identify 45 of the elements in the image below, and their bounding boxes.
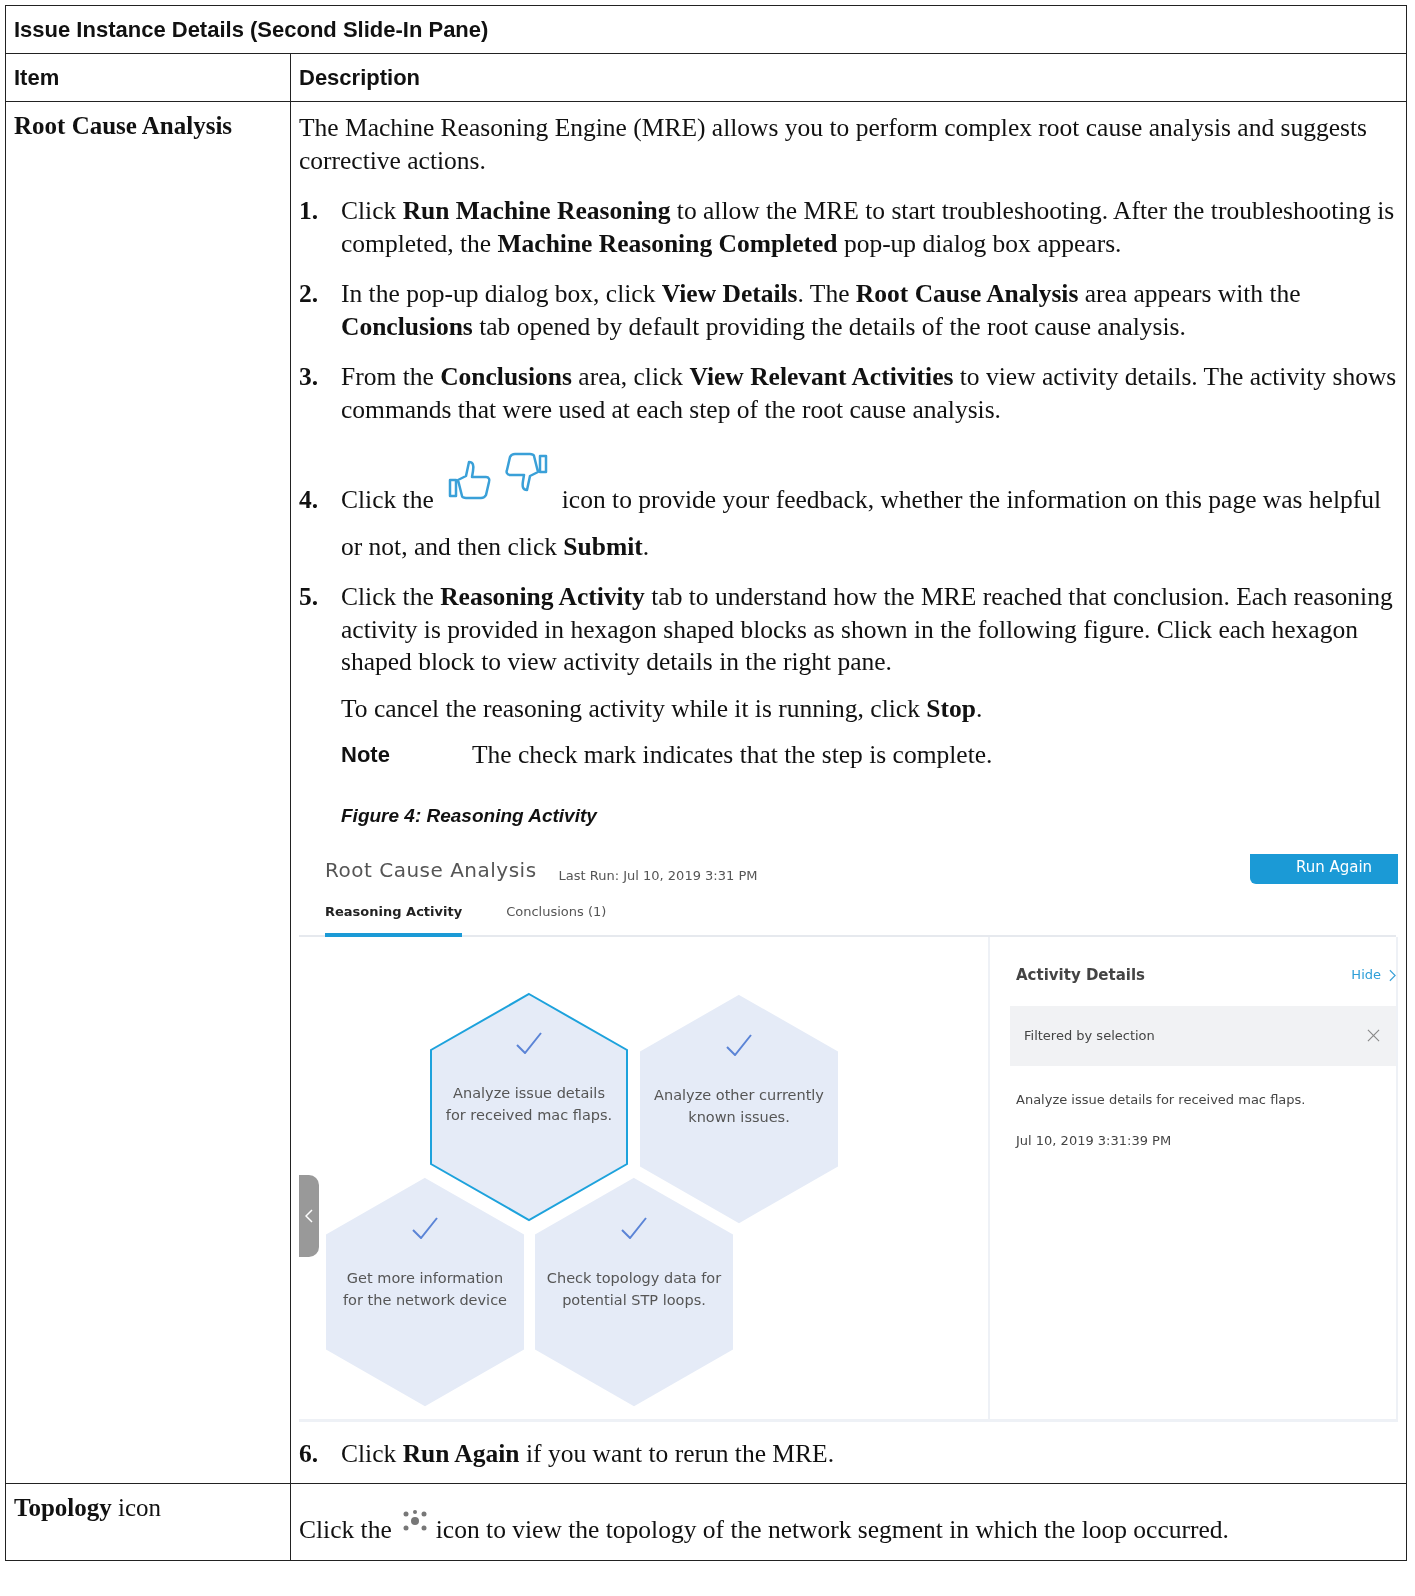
panel-title: Root Cause Analysis [325, 857, 537, 884]
step-number: 4. [299, 484, 320, 516]
hexagon-label: Check topology data for potential STP loops. [546, 1269, 722, 1310]
step-text: Click Run Machine Reasoning to allow the MRE to start troubleshooting. After the troubleshooting is completed, the Machine Reasoning Completed pop-up dialog box appears. [341, 195, 1396, 260]
hexagon-label: Analyze other currently known issues. [653, 1086, 825, 1127]
description-text: Click the [299, 1514, 392, 1544]
details-title: Activity Details [1016, 965, 1146, 986]
activity-entry: Analyze issue details for received mac flaps. [1016, 1091, 1307, 1109]
hexagon-label: Get more information for the network device [341, 1269, 509, 1310]
item-name: Topology icon [14, 1493, 162, 1521]
step-text: In the pop-up dialog box, click View Details. The Root Cause Analysis area appears with the Conclusions tab opened by default providing the details of the root cause analysis. [341, 278, 1302, 343]
step-text: To cancel the reasoning activity while it is running, click Stop. [341, 692, 984, 725]
description-text: icon to view the topology of the network segment in which the loop occurred. [435, 1514, 1229, 1544]
step-text: Click the [341, 485, 434, 514]
item-name: Root Cause Analysis [14, 112, 233, 139]
step-number: 2. [299, 278, 320, 310]
tab[interactable]: Reasoning Activity [325, 896, 463, 937]
thumbs-up-icon [447, 460, 492, 500]
step-text: Click Run Again if you want to rerun the MRE. [341, 1438, 835, 1470]
figure-caption: Figure 4: Reasoning Activity [341, 803, 599, 828]
tab[interactable]: Conclusions (1) [506, 896, 607, 937]
step-text: or not, and then click Submit. [341, 530, 651, 563]
hexagon-label: Analyze issue details for received mac flaps. [444, 1084, 614, 1125]
step-text: Click the Reasoning Activity tab to understand how the MRE reached that conclusion. Each reasoning activity is provided in hexagon shaped blocks as shown in the following figure. Click each hexagon shaped block to view activity details in the right pane. [341, 581, 1394, 678]
activity-time: Jul 10, 2019 3:31:39 PM [1016, 1131, 1173, 1150]
step-number: 3. [299, 361, 320, 393]
step-number: 1. [299, 195, 320, 227]
note-text: The check mark indicates that the step is complete. [472, 739, 993, 771]
step-number: 5. [299, 581, 320, 613]
topology-icon [401, 1509, 428, 1532]
step-text: icon to provide your feedback, whether the information on this page was helpful [561, 485, 1382, 514]
step-number: 6. [299, 1438, 320, 1470]
collapse-handle[interactable] [299, 1175, 319, 1257]
table-title: Issue Instance Details (Second Slide-In Pane) [5, 5, 1407, 54]
close-icon[interactable] [1367, 1029, 1380, 1043]
note-label: Note [341, 741, 391, 769]
step-text: From the Conclusions area, click View Relevant Activities to view activity details. The activity shows commands that were used at each step of the root cause analysis. [341, 361, 1398, 426]
column-header: Item [5, 53, 291, 102]
hexagon-block[interactable] [429, 992, 629, 1222]
thumbs-down-icon [503, 452, 548, 492]
chevron-icon [1389, 968, 1396, 982]
column-header: Description [290, 53, 1407, 102]
filter-label: Filtered by selection [1024, 1026, 1155, 1045]
description-text: The Machine Reasoning Engine (MRE) allows you to perform complex root cause analysis and suggests corrective actions. [299, 112, 1368, 177]
last-run-text: Last Run: Jul 10, 2019 3:31 PM [558, 867, 758, 885]
